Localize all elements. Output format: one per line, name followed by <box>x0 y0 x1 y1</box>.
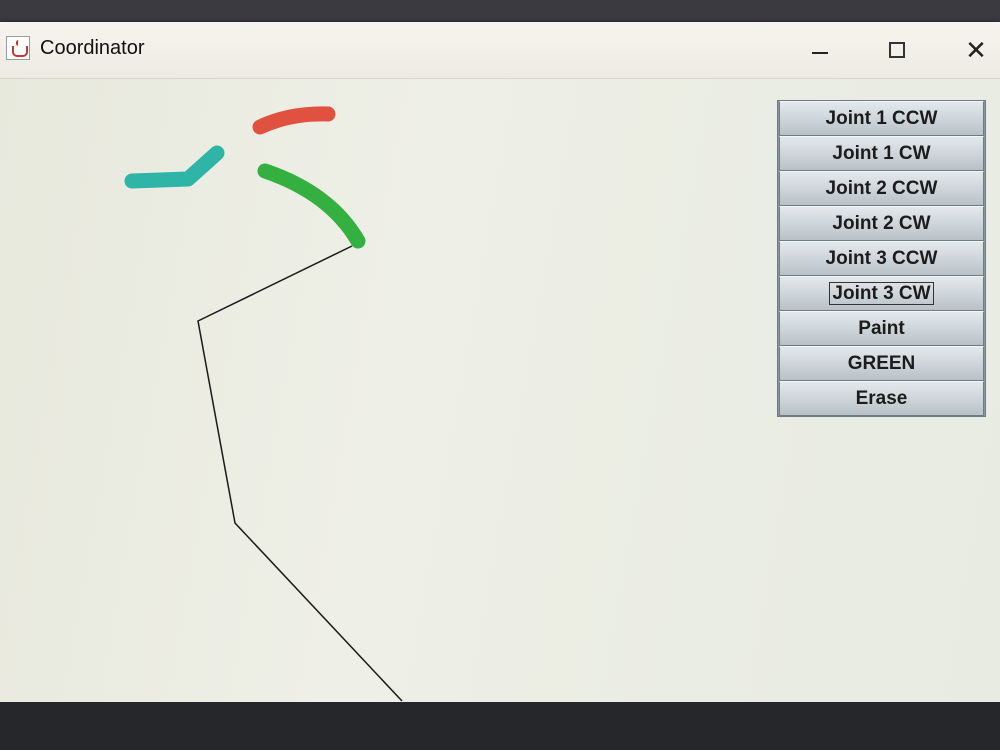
joint-2-cw-label: Joint 2 CW <box>832 212 931 234</box>
green-button[interactable]: GREEN <box>779 346 984 381</box>
joint-1-ccw-button[interactable]: Joint 1 CCW <box>779 101 984 136</box>
app-window: Coordinator ✕ Joint 1 CCW Joint 1 CW Joint… <box>0 22 1000 702</box>
window-title: Coordinator <box>40 37 145 59</box>
paint-stroke-teal <box>124 145 225 189</box>
joint-1-cw-label: Joint 1 CW <box>832 142 931 164</box>
paint-stroke-green <box>257 163 366 249</box>
taskbar <box>0 702 1000 750</box>
joint-1-cw-button[interactable]: Joint 1 CW <box>779 136 984 171</box>
maximize-button[interactable] <box>876 30 920 70</box>
drawing-canvas[interactable]: Joint 1 CCW Joint 1 CW Joint 2 CCW Joint 2 … <box>0 79 1000 702</box>
paint-stroke-red <box>252 106 336 135</box>
erase-label: Erase <box>855 387 908 409</box>
joint-3-cw-label: Joint 3 CW <box>829 281 934 305</box>
joint-3-ccw-label: Joint 3 CCW <box>825 247 938 269</box>
joint-2-cw-button[interactable]: Joint 2 CW <box>779 206 984 241</box>
maximize-icon <box>889 42 905 58</box>
paint-button[interactable]: Paint <box>779 311 984 346</box>
joint-2-ccw-button[interactable]: Joint 2 CCW <box>779 171 984 206</box>
close-icon: ✕ <box>965 35 987 65</box>
joint-2-ccw-label: Joint 2 CCW <box>825 177 938 199</box>
minimize-icon <box>812 52 828 54</box>
paint-label: Paint <box>858 317 905 339</box>
java-coffee-cup-icon <box>6 36 30 60</box>
robot-arm-linkage <box>197 245 403 702</box>
close-button[interactable]: ✕ <box>954 30 998 70</box>
joint-1-ccw-label: Joint 1 CCW <box>825 107 938 129</box>
minimize-button[interactable] <box>798 30 842 70</box>
green-label: GREEN <box>847 352 916 374</box>
control-button-panel: Joint 1 CCW Joint 1 CW Joint 2 CCW Joint 2 … <box>777 100 986 417</box>
title-bar[interactable]: Coordinator ✕ <box>0 22 1000 79</box>
screen-top-edge <box>0 0 1000 22</box>
joint-3-ccw-button[interactable]: Joint 3 CCW <box>779 241 984 276</box>
erase-button[interactable]: Erase <box>779 381 984 416</box>
joint-3-cw-button[interactable]: Joint 3 CW <box>779 276 984 311</box>
